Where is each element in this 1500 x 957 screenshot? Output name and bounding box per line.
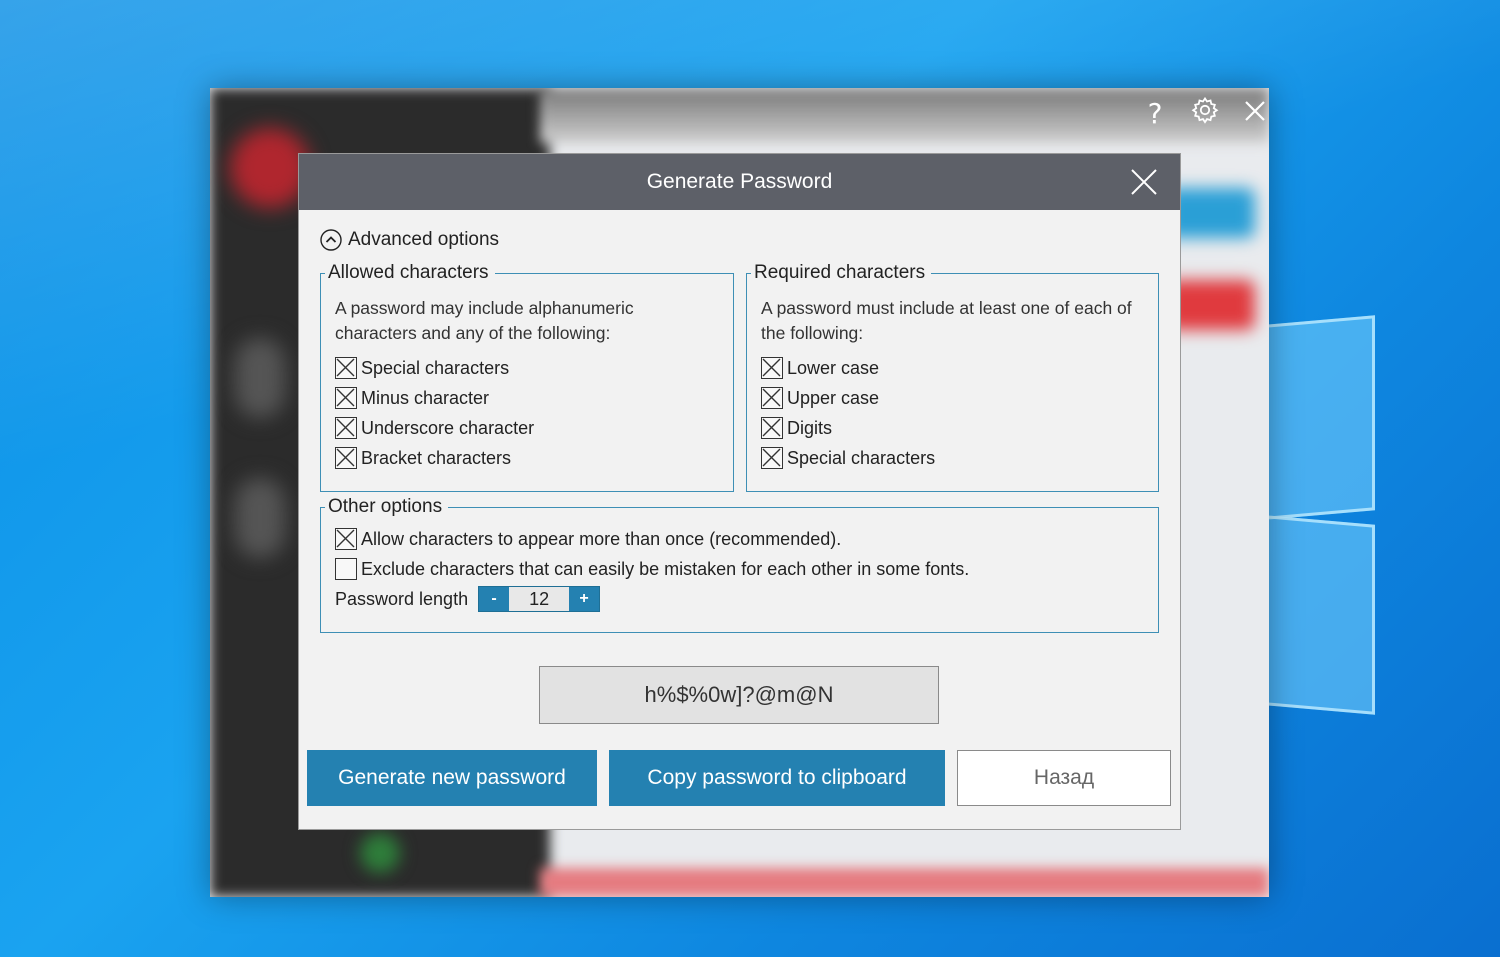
checkbox-checked-icon (335, 417, 357, 439)
advanced-options-toggle[interactable]: Advanced options (320, 229, 499, 251)
password-length-value[interactable]: 12 (509, 587, 570, 611)
dialog-titlebar: Generate Password (299, 154, 1180, 210)
other-options-legend: Other options (328, 496, 443, 517)
chevron-up-icon (320, 229, 342, 251)
generated-password-field[interactable]: h%$%0w]?@m@N (539, 666, 939, 724)
checkbox-label: Special characters (361, 357, 510, 378)
checkbox-label: Underscore character (361, 417, 535, 438)
checkbox-label: Minus character (361, 387, 490, 408)
checkbox-label: Allow characters to appear more than onc… (361, 528, 842, 549)
checkbox-allow-repeat-characters[interactable]: Allow characters to appear more than onc… (335, 524, 1144, 554)
checkbox-checked-icon (335, 387, 357, 409)
required-description: A password must include at least one of … (761, 298, 1132, 343)
checkbox-minus-character[interactable]: Minus character (335, 383, 719, 413)
help-icon[interactable]: ? (1140, 97, 1170, 130)
checkbox-checked-icon (761, 447, 783, 469)
dialog-close-button[interactable] (1128, 166, 1160, 198)
checkbox-checked-icon (761, 387, 783, 409)
checkbox-checked-icon (335, 528, 357, 550)
checkbox-exclude-ambiguous[interactable]: Exclude characters that can easily be mi… (335, 554, 1144, 584)
copy-password-button[interactable]: Copy password to clipboard (609, 750, 945, 806)
increment-button[interactable]: + (569, 587, 600, 611)
checkbox-label: Upper case (787, 387, 880, 408)
background-window-controls: ? (1140, 96, 1270, 131)
checkbox-underscore-character[interactable]: Underscore character (335, 413, 719, 443)
checkbox-label: Bracket characters (361, 447, 512, 468)
decrement-button[interactable]: - (479, 587, 510, 611)
checkbox-label: Digits (787, 417, 833, 438)
windows-logo (1265, 315, 1375, 720)
checkbox-required-special-characters[interactable]: Special characters (761, 443, 1144, 473)
checkbox-unchecked-icon (335, 558, 357, 580)
dialog-title: Generate Password (646, 170, 833, 193)
checkbox-checked-icon (761, 417, 783, 439)
generate-new-password-button[interactable]: Generate new password (307, 750, 597, 806)
checkbox-checked-icon (335, 447, 357, 469)
generate-password-dialog: Generate Password Advanced options Allow… (298, 153, 1181, 830)
other-options-group: Other options Allow characters to appear… (320, 496, 1159, 633)
checkbox-label: Special characters (787, 447, 936, 468)
checkbox-upper-case[interactable]: Upper case (761, 383, 1144, 413)
checkbox-label: Exclude characters that can easily be mi… (361, 558, 970, 579)
password-length-label: Password length (335, 588, 469, 609)
checkbox-bracket-characters[interactable]: Bracket characters (335, 443, 719, 473)
required-characters-group: Required characters A password must incl… (746, 262, 1159, 492)
required-characters-legend: Required characters (754, 262, 926, 283)
advanced-options-label: Advanced options (348, 229, 500, 250)
back-button[interactable]: Назад (957, 750, 1171, 806)
close-icon[interactable] (1240, 97, 1270, 130)
checkbox-digits[interactable]: Digits (761, 413, 1144, 443)
checkbox-special-characters[interactable]: Special characters (335, 353, 719, 383)
checkbox-label: Lower case (787, 357, 880, 378)
password-length-row: Password length - 12 + (335, 586, 1144, 612)
checkbox-checked-icon (335, 357, 357, 379)
password-length-stepper: - 12 + (478, 586, 601, 612)
allowed-characters-legend: Allowed characters (328, 262, 489, 283)
gear-icon[interactable] (1190, 96, 1220, 131)
close-icon (1131, 169, 1157, 195)
allowed-characters-group: Allowed characters A password may includ… (320, 262, 734, 492)
allowed-description: A password may include alphanumeric char… (335, 298, 634, 343)
checkbox-checked-icon (761, 357, 783, 379)
checkbox-lower-case[interactable]: Lower case (761, 353, 1144, 383)
